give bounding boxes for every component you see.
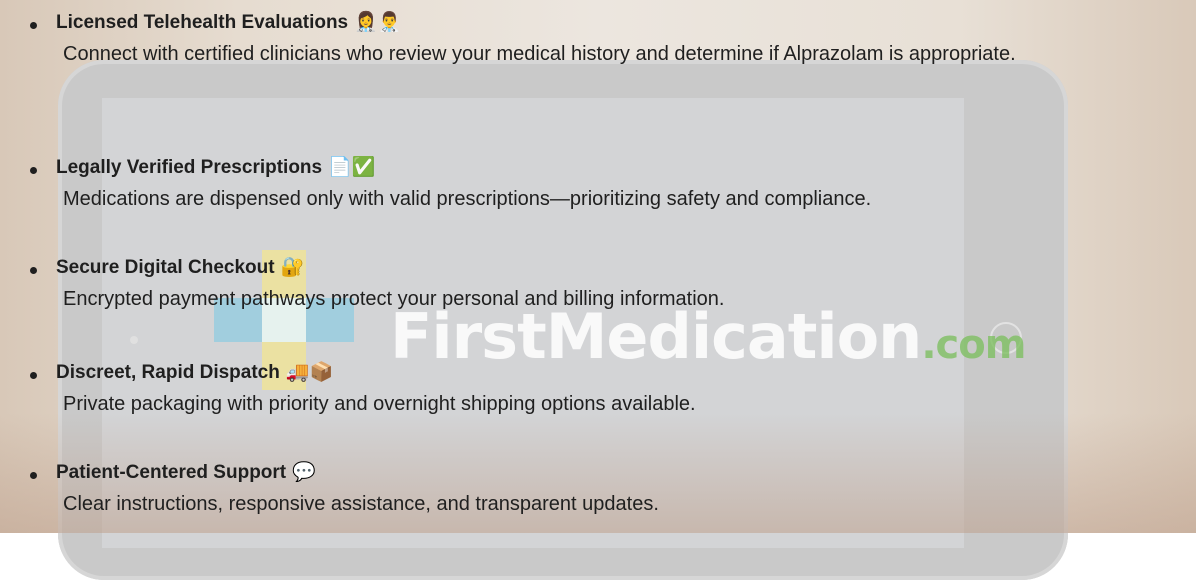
truck-package-emoji-icon: 🚚📦 <box>285 362 334 383</box>
bullet-icon <box>30 22 37 29</box>
item-title: Discreet, Rapid Dispatch 🚚📦 <box>56 362 334 383</box>
feature-list: Licensed Telehealth Evaluations 👩‍⚕️👨‍⚕️ … <box>0 0 1196 533</box>
item-description: Clear instructions, responsive assistanc… <box>63 493 659 515</box>
item-title: Licensed Telehealth Evaluations 👩‍⚕️👨‍⚕️ <box>56 12 402 33</box>
item-description: Encrypted payment pathways protect your … <box>63 288 725 310</box>
lock-key-emoji-icon: 🔐 <box>280 257 305 278</box>
document-check-emoji-icon: 📄✅ <box>328 157 376 178</box>
item-description: Private packaging with priority and over… <box>63 393 696 415</box>
bullet-icon <box>30 372 37 379</box>
item-title: Secure Digital Checkout 🔐 <box>56 257 305 278</box>
speech-bubble-emoji-icon: 💬 <box>292 462 316 483</box>
item-description: Medications are dispensed only with vali… <box>63 188 872 210</box>
bullet-icon <box>30 167 37 174</box>
item-description: Connect with certified clinicians who re… <box>63 43 1016 65</box>
bullet-icon <box>30 267 37 274</box>
item-title: Legally Verified Prescriptions 📄✅ <box>56 157 376 178</box>
doctors-emoji-icon: 👩‍⚕️👨‍⚕️ <box>354 12 402 33</box>
item-title: Patient-Centered Support 💬 <box>56 462 316 483</box>
bullet-icon <box>30 472 37 479</box>
